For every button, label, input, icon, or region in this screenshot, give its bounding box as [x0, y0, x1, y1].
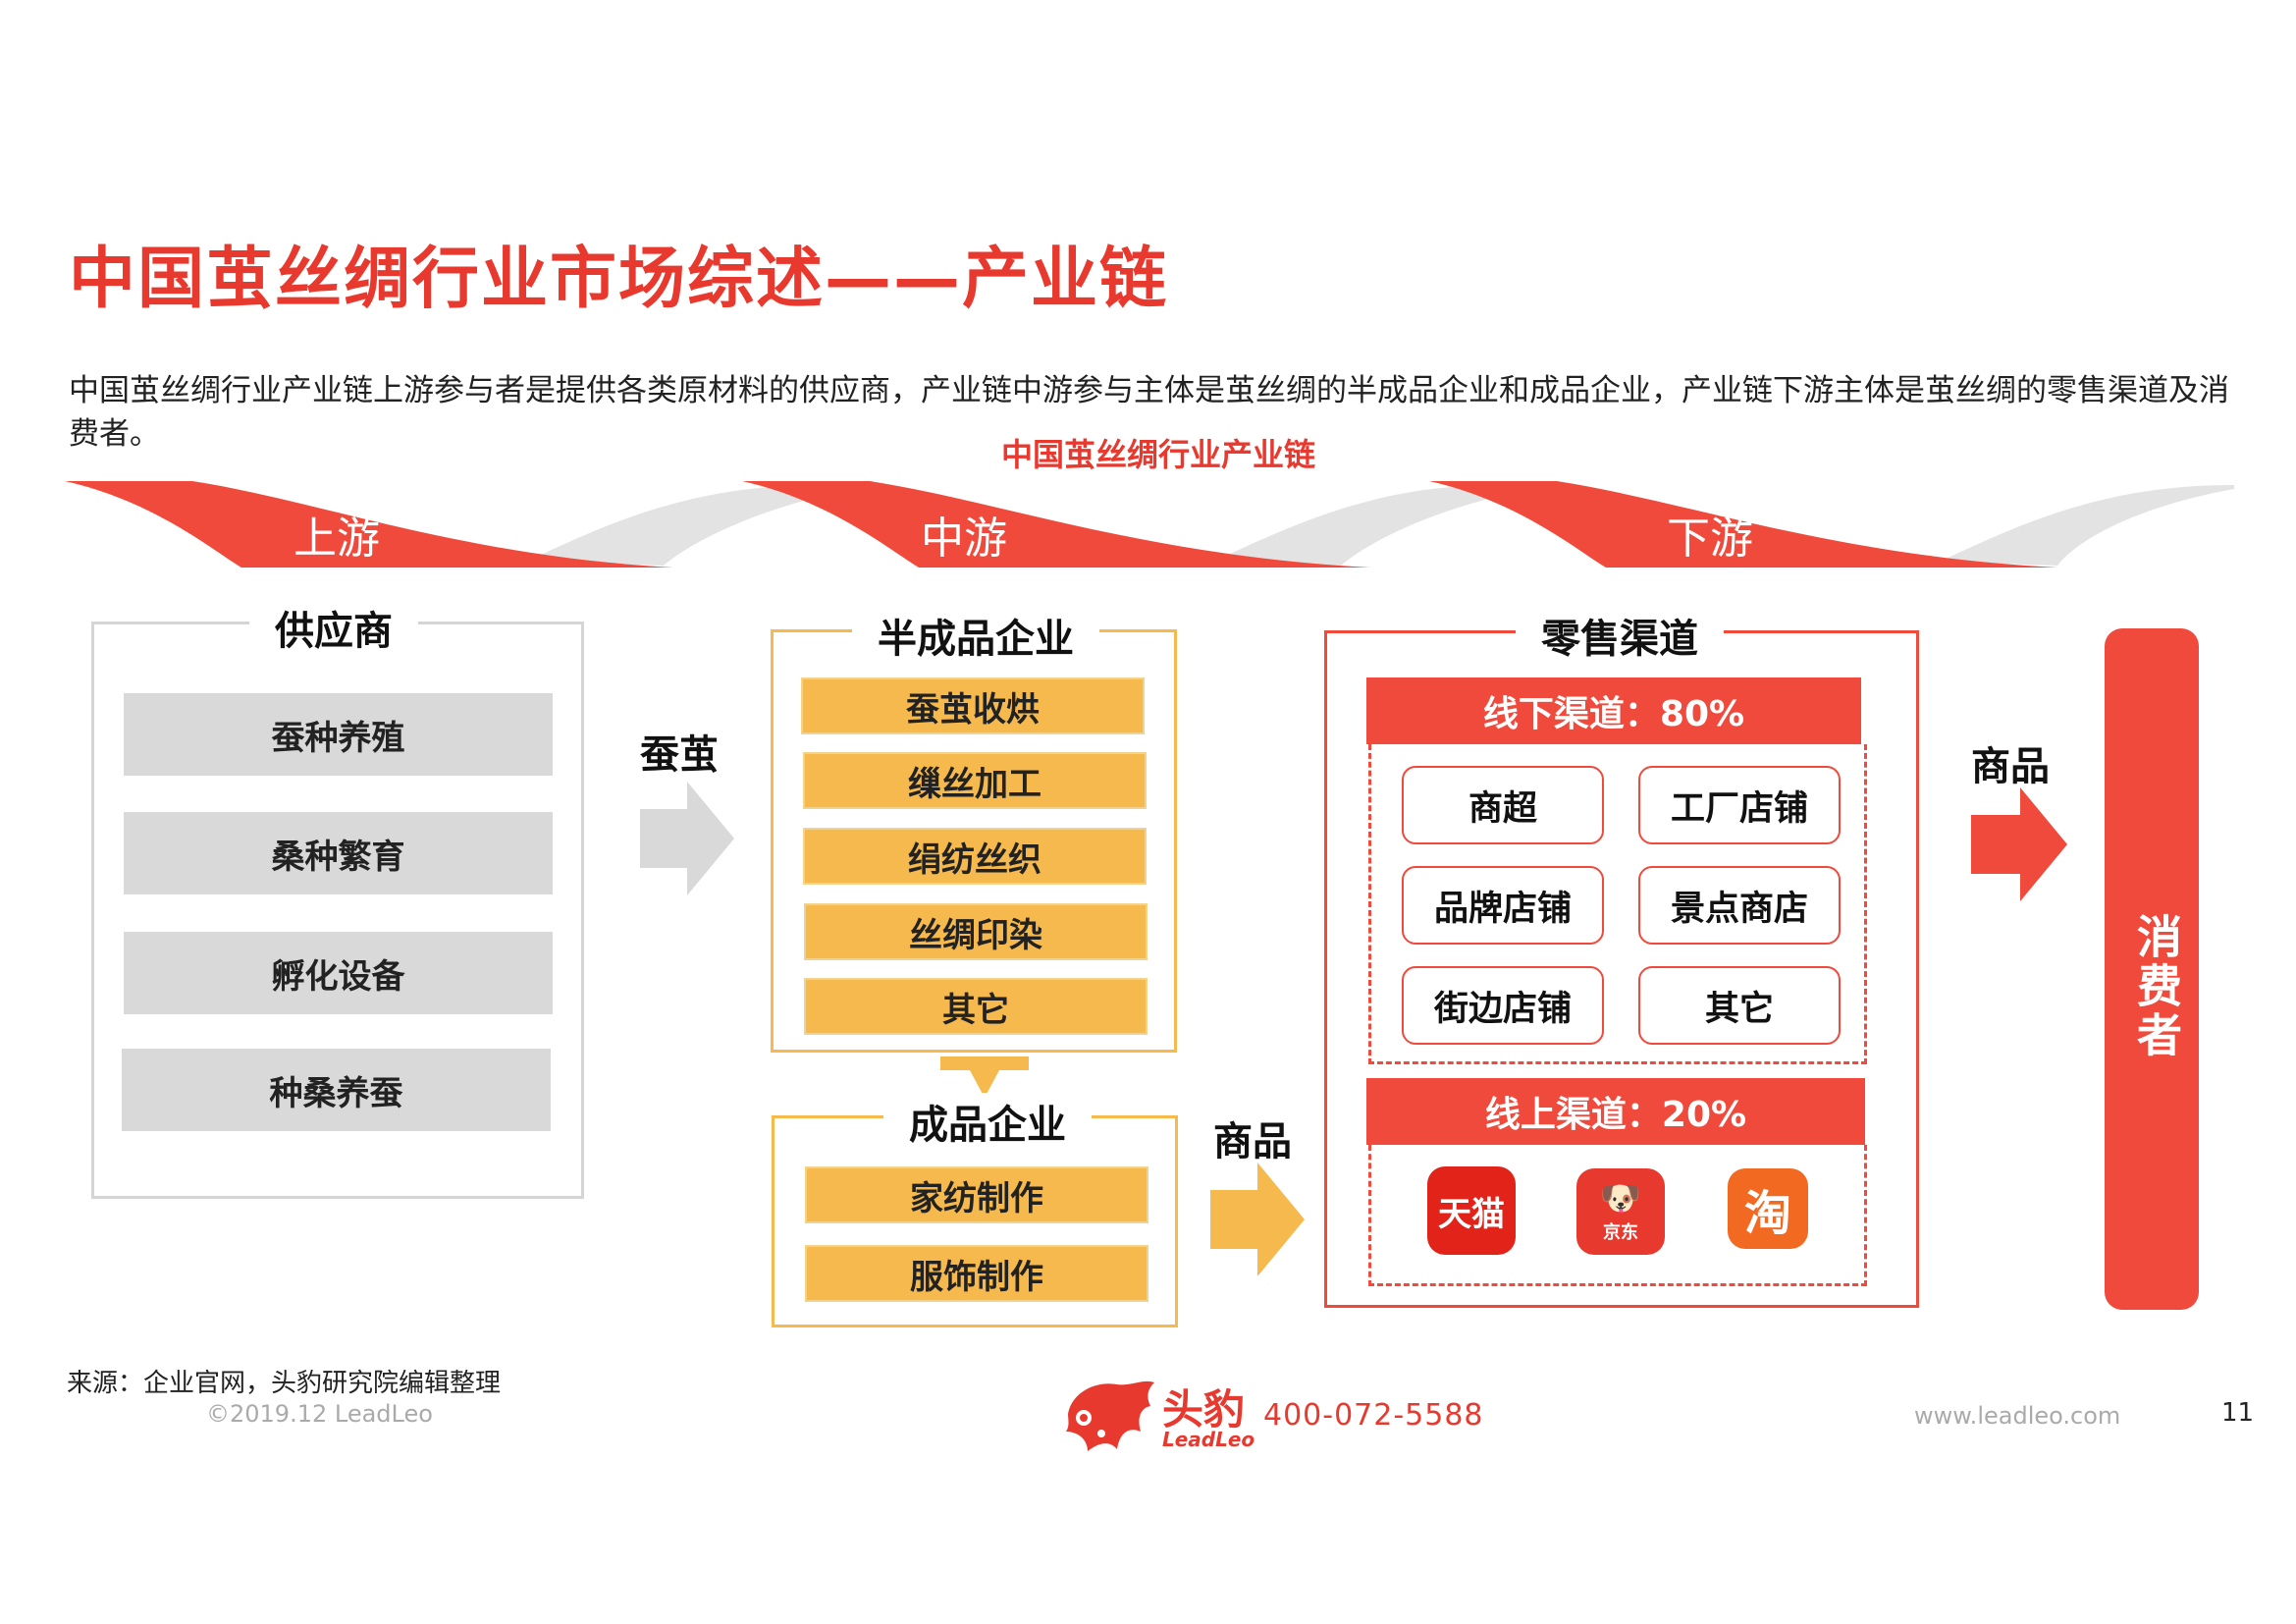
stage-downstream: 下游: [1667, 514, 1753, 564]
store-other: 其它: [1638, 966, 1841, 1045]
supplier-item-mulberry-sericulture: 种桑养蚕: [122, 1049, 551, 1131]
jd-icon: 🐶 京东: [1576, 1168, 1665, 1255]
stage-upstream: 上游: [294, 514, 380, 564]
tmall-icon: 天猫: [1427, 1166, 1516, 1255]
flow-label-goods-to-consumer: 商品: [1971, 744, 2050, 789]
page-number: 11: [2221, 1398, 2255, 1428]
semi-item-silk-dyeing: 丝绸印染: [804, 903, 1148, 960]
store-street-shop: 街边店铺: [1402, 966, 1604, 1045]
flow-arrow-gray: [640, 782, 734, 895]
footer-copyright: ©2019.12 LeadLeo: [206, 1400, 433, 1428]
online-channel-header: 线上渠道：20%: [1366, 1078, 1865, 1145]
store-scenic-shop: 景点商店: [1638, 866, 1841, 945]
leopard-logo-icon: [1066, 1380, 1154, 1451]
brand-name-en: LeadLeo: [1162, 1428, 1255, 1451]
flow-label-cocoon: 蚕茧: [640, 732, 719, 778]
footer-website[interactable]: www.leadleo.com: [1914, 1402, 2120, 1430]
finished-item-apparel: 服饰制作: [805, 1245, 1148, 1302]
finished-item-home-textile: 家纺制作: [805, 1166, 1148, 1223]
supplier-title: 供应商: [249, 599, 418, 656]
supplier-item-mulberry-breeding: 桑种繁育: [124, 812, 553, 894]
semi-item-silk-reeling: 缫丝加工: [803, 752, 1147, 809]
retail-title: 零售渠道: [1516, 607, 1724, 664]
semi-title: 半成品企业: [852, 607, 1099, 664]
consumer-label: 消费者: [2130, 913, 2183, 1060]
taobao-icon: 淘: [1728, 1168, 1808, 1249]
store-brand-shop: 品牌店铺: [1402, 866, 1604, 945]
chart-subtitle: 中国茧丝绸行业产业链: [1000, 436, 1315, 473]
page-title: 中国茧丝绸行业市场综述——产业链: [69, 241, 1169, 318]
footer-phone: 400-072-5588: [1263, 1398, 1484, 1433]
offline-channel-header: 线下渠道：80%: [1366, 677, 1861, 744]
semi-item-other: 其它: [804, 978, 1148, 1035]
store-supermarket: 商超: [1402, 766, 1604, 844]
semi-item-cocoon-drying: 蚕茧收烘: [801, 677, 1145, 734]
supplier-item-silkworm-breeding: 蚕种养殖: [124, 693, 553, 776]
finished-title: 成品企业: [883, 1093, 1092, 1150]
flow-arrow-yellow: [1210, 1163, 1305, 1276]
stage-midstream: 中游: [921, 514, 1007, 564]
footer-source: 来源：企业官网，头豹研究院编辑整理: [67, 1369, 502, 1398]
semi-item-spun-silk-weaving: 绢纺丝织: [803, 828, 1147, 885]
flow-arrow-down: [940, 1056, 1029, 1098]
flow-arrow-red: [1971, 787, 2067, 901]
store-factory-outlet: 工厂店铺: [1638, 766, 1841, 844]
flow-label-goods-to-retail: 商品: [1213, 1119, 1292, 1164]
supplier-item-hatching-equipment: 孵化设备: [124, 932, 553, 1014]
